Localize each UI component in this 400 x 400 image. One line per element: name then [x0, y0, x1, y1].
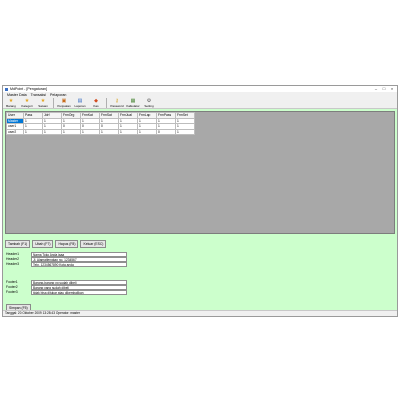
toolbar-password-button[interactable]: ⚷ Password [109, 97, 125, 108]
table-cell[interactable]: 1 [42, 128, 62, 135]
table-cell[interactable]: 1 [118, 128, 138, 135]
footer3-label: Footer3 [6, 290, 18, 294]
toolbar-kas-button[interactable]: ◆ Kas [88, 97, 104, 108]
toolbar-setting-button[interactable]: ⚙ Setting [141, 97, 157, 108]
toolbar-laporan-button[interactable]: ▤ Laporan [72, 97, 88, 108]
menu-master-data[interactable]: Master Data [7, 93, 27, 97]
table-cell[interactable]: 1 [99, 128, 119, 135]
menu-pelaporan[interactable]: Pelaporan [50, 93, 66, 97]
app-icon [5, 87, 8, 91]
toolbar-separator [53, 98, 54, 108]
toolbar-barang-button[interactable]: ★ Barang [3, 97, 19, 108]
toolbar-separator [106, 98, 107, 108]
menu-transaksi[interactable]: Transaksi [31, 93, 46, 97]
header1-label: Header1 [6, 252, 20, 256]
toolbar-satuan-button[interactable]: ★ Satuan [35, 97, 51, 108]
table-row[interactable]: user2 1 1 1 1 1 1 1 0 1 [6, 128, 195, 135]
user-permission-grid[interactable]: User Pass Jdrf FrmOrg FrmKat FrmSat FrmJ… [5, 111, 395, 234]
header3-label: Header3 [6, 262, 20, 266]
header1-input[interactable]: Nama Toko Anda jaaa [31, 252, 127, 257]
tambah-button[interactable]: Tambah (F1) [5, 240, 31, 248]
toolbar-penjualan-button[interactable]: ▣ Penjualan [56, 97, 72, 108]
footer1-input[interactable]: Barang-barang yg sudah dibeli [31, 280, 127, 285]
table-cell[interactable]: 1 [80, 128, 100, 135]
footer1-label: Footer1 [6, 280, 18, 284]
table-cell[interactable]: 1 [23, 128, 43, 135]
header2-label: Header2 [6, 257, 20, 261]
toolbar: ★ Barang ★ Kategori ★ Satuan ▣ Penjualan… [3, 97, 397, 109]
table-cell[interactable]: 1 [61, 128, 81, 135]
footer2-label: Footer2 [6, 285, 18, 289]
hapus-button[interactable]: Hapus (F8) [55, 240, 79, 248]
action-buttons: Tambah (F1) Ubah (F7) Hapus (F8) Keluar … [5, 240, 108, 248]
footer2-input[interactable]: Barang yang sudah dibeli [31, 285, 127, 290]
ubah-button[interactable]: Ubah (F7) [32, 240, 54, 248]
toolbar-kalkulator-button[interactable]: ▦ Kalkulator [125, 97, 141, 108]
app-window: MdPoint - [Pengaturan] – □ × Master Data… [2, 85, 398, 317]
header2-input[interactable]: Jl. Alamatlengkap no. 1234567 [31, 257, 127, 262]
footer3-input[interactable]: tidak bisa ditukar atau dikembalikan [31, 290, 127, 295]
toolbar-kategori-button[interactable]: ★ Kategori [19, 97, 35, 108]
status-bar: Tanggal: 20 Oktober 2009 13:28:43 Operat… [3, 310, 397, 316]
keluar-button[interactable]: Keluar (ESC) [80, 240, 107, 248]
permission-table: User Pass Jdrf FrmOrg FrmKat FrmSat FrmJ… [6, 112, 195, 135]
table-cell[interactable]: 1 [175, 128, 195, 135]
header3-input[interactable]: Telp. 1234567890 Kota anda [31, 262, 127, 267]
table-cell[interactable]: 0 [156, 128, 176, 135]
table-cell[interactable]: user2 [6, 128, 24, 135]
settings-panel: User Pass Jdrf FrmOrg FrmKat FrmSat FrmJ… [3, 109, 397, 312]
table-cell[interactable]: 1 [137, 128, 157, 135]
